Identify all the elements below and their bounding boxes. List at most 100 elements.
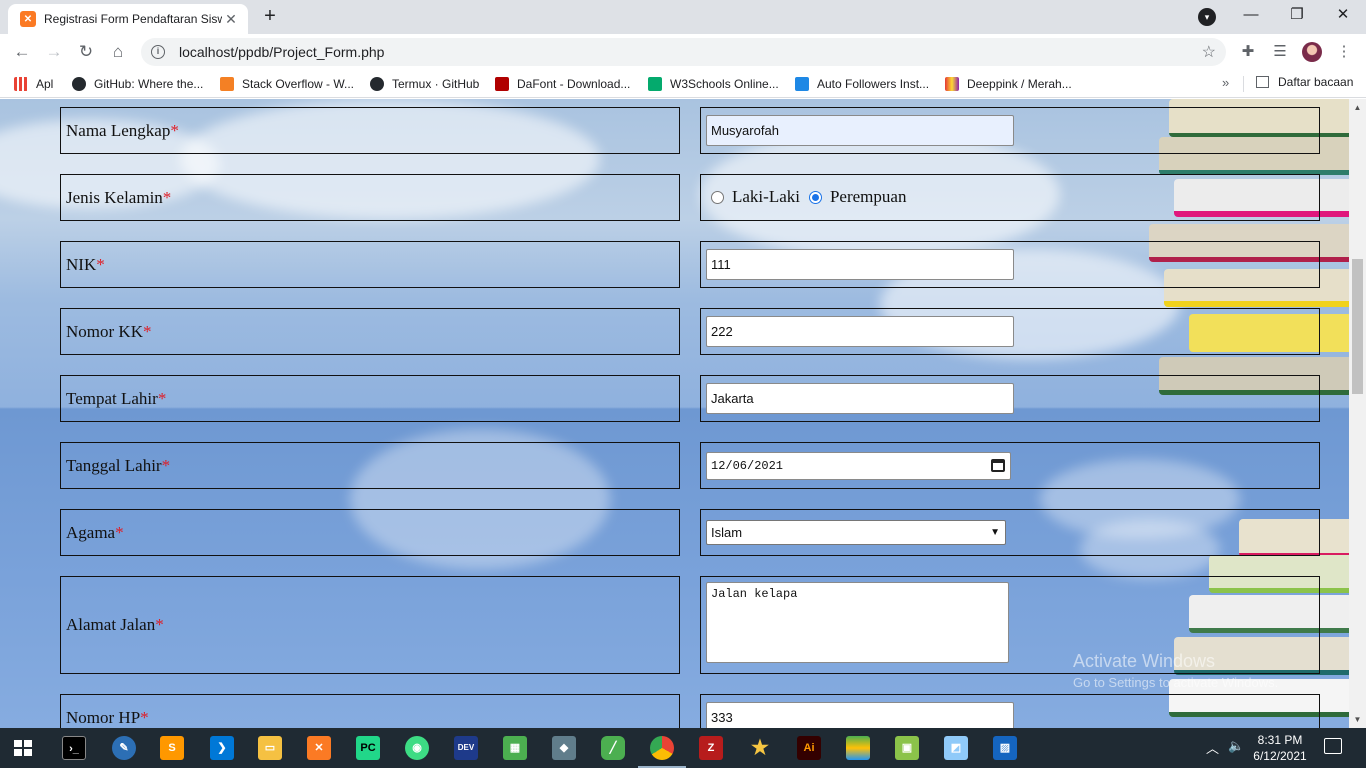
- devcpp-app-icon[interactable]: DEV: [454, 736, 478, 760]
- select-value: Islam: [711, 525, 743, 540]
- file-explorer-icon[interactable]: ▭: [258, 736, 282, 760]
- radio-label[interactable]: Perempuan: [830, 187, 906, 207]
- bluestacks-app-icon[interactable]: [846, 736, 870, 760]
- browser-toolbar: ← → ↻ ⌂ i localhost/ppdb/Project_Form.ph…: [0, 34, 1366, 70]
- paint-app-icon[interactable]: ✎: [112, 736, 136, 760]
- notes-app-icon[interactable]: ◩: [944, 736, 968, 760]
- chrome-app-icon[interactable]: [650, 736, 674, 760]
- nomor-hp-input[interactable]: 333: [706, 702, 1014, 728]
- show-hidden-icons-icon[interactable]: ︿: [1206, 738, 1219, 757]
- reload-icon[interactable]: ↻: [74, 40, 98, 64]
- watermark-title: Activate Windows: [1073, 651, 1216, 671]
- alamat-textarea[interactable]: Jalan kelapa: [706, 582, 1009, 663]
- notification-icon[interactable]: [1324, 738, 1342, 754]
- image-viewer-app-icon[interactable]: ▨: [993, 736, 1017, 760]
- bookmark-deeppink[interactable]: Deeppink / Merah...: [945, 75, 1072, 93]
- profile-avatar[interactable]: [1302, 42, 1322, 62]
- label-tempat-lahir: Tempat Lahir *: [60, 375, 680, 422]
- dafont-icon: [495, 77, 509, 91]
- label-nik: NIK *: [60, 241, 680, 288]
- android-studio-icon[interactable]: ◉: [405, 736, 429, 760]
- menu-kebab-icon[interactable]: ⋮: [1334, 42, 1354, 62]
- restore-button[interactable]: ❐: [1274, 4, 1320, 28]
- volume-icon[interactable]: 🔈: [1228, 738, 1244, 754]
- required-asterisk: *: [170, 120, 179, 140]
- calendar-icon[interactable]: [991, 459, 1005, 472]
- radio-perempuan[interactable]: [808, 190, 822, 204]
- close-window-button[interactable]: ✕: [1320, 4, 1366, 28]
- xampp-app-icon[interactable]: ✕: [307, 736, 331, 760]
- cube-icon: [795, 77, 809, 91]
- bookmark-label: W3Schools Online...: [670, 77, 779, 91]
- sublime-app-icon[interactable]: S: [160, 736, 184, 760]
- pycharm-app-icon[interactable]: PC: [356, 736, 380, 760]
- agama-select[interactable]: Islam ▼: [706, 520, 1006, 545]
- gender-radio-group: Laki-Laki Perempuan: [711, 187, 906, 207]
- bookmark-stackoverflow[interactable]: Stack Overflow - W...: [220, 75, 354, 93]
- color-bars-icon: [945, 77, 959, 91]
- nama-input[interactable]: Musyarofah: [706, 115, 1014, 146]
- page-scrollbar[interactable]: ▲ ▼: [1349, 99, 1366, 728]
- tab-strip: ✕ Registrasi Form Pendaftaran Siswa ✕ + …: [0, 0, 1366, 34]
- field-cell: Musyarofah: [700, 107, 1320, 154]
- scroll-up-icon[interactable]: ▲: [1349, 99, 1366, 116]
- form-row-tanggal-lahir: Tanggal Lahir * 12/06/2021: [60, 442, 1320, 489]
- label-text: Tanggal Lahir: [66, 455, 162, 475]
- new-tab-button[interactable]: +: [256, 5, 284, 29]
- radio-label[interactable]: Laki-Laki: [732, 187, 800, 207]
- address-bar[interactable]: i localhost/ppdb/Project_Form.php ☆: [141, 38, 1226, 66]
- back-icon[interactable]: ←: [10, 40, 34, 64]
- system-clock[interactable]: 8:31 PM 6/12/2021: [1248, 732, 1312, 764]
- home-icon[interactable]: ⌂: [106, 40, 130, 64]
- tab-active[interactable]: ✕ Registrasi Form Pendaftaran Siswa ✕: [8, 4, 248, 34]
- virtualbox-app-icon[interactable]: ◆: [552, 736, 576, 760]
- github-icon: [370, 77, 384, 91]
- vscode-app-icon[interactable]: ❯: [210, 736, 234, 760]
- sheet-app-icon[interactable]: ▦: [503, 736, 527, 760]
- bookmark-github[interactable]: GitHub: Where the...: [72, 75, 203, 93]
- label-jenis-kelamin: Jenis Kelamin *: [60, 174, 680, 221]
- star-app-icon[interactable]: ★: [748, 736, 772, 760]
- close-tab-icon[interactable]: ✕: [222, 11, 240, 28]
- required-asterisk: *: [161, 455, 171, 475]
- bookmark-star-icon[interactable]: ☆: [1202, 42, 1216, 62]
- minimize-button[interactable]: —: [1228, 4, 1274, 28]
- required-asterisk: *: [142, 321, 152, 341]
- extensions-icon[interactable]: ✚: [1238, 42, 1258, 62]
- bookmark-termux[interactable]: Termux · GitHub: [370, 75, 479, 93]
- bookmark-label: Auto Followers Inst...: [817, 77, 930, 91]
- bookmark-label: DaFont - Download...: [517, 77, 631, 91]
- bookmark-apps[interactable]: Apl: [14, 75, 53, 93]
- scrollbar-thumb[interactable]: [1352, 259, 1363, 394]
- tanggal-lahir-input[interactable]: 12/06/2021: [706, 452, 1011, 480]
- terminal-app-icon[interactable]: ›_: [62, 736, 86, 760]
- bookmark-dafont[interactable]: DaFont - Download...: [495, 75, 630, 93]
- illustrator-app-icon[interactable]: Ai: [797, 736, 821, 760]
- label-text: Nomor HP: [66, 707, 141, 727]
- tempat-lahir-input[interactable]: Jakarta: [706, 383, 1014, 414]
- divider: [1243, 76, 1244, 92]
- more-bookmarks-icon[interactable]: »: [1222, 75, 1229, 90]
- nik-input[interactable]: 111: [706, 249, 1014, 280]
- form-row-tempat-lahir: Tempat Lahir * Jakarta: [60, 375, 1320, 422]
- tab-search-icon[interactable]: ▾: [1198, 8, 1216, 26]
- field-cell: Laki-Laki Perempuan: [700, 174, 1320, 221]
- required-asterisk: *: [157, 388, 167, 408]
- url-text[interactable]: localhost/ppdb/Project_Form.php: [179, 44, 384, 60]
- scroll-down-icon[interactable]: ▼: [1349, 711, 1366, 728]
- site-info-icon[interactable]: i: [151, 45, 165, 59]
- nomor-kk-input[interactable]: 222: [706, 316, 1014, 347]
- bookmark-autofollowers[interactable]: Auto Followers Inst...: [795, 75, 929, 93]
- line-app-icon[interactable]: ╱: [601, 736, 625, 760]
- radio-laki-laki[interactable]: [711, 190, 724, 204]
- date-value: 12/06/2021: [711, 459, 784, 473]
- bookmark-w3schools[interactable]: W3Schools Online...: [648, 75, 779, 93]
- clock-date: 6/12/2021: [1253, 749, 1307, 763]
- filezilla-app-icon[interactable]: Z: [699, 736, 723, 760]
- android-emulator-icon[interactable]: ▣: [895, 736, 919, 760]
- reading-list-button[interactable]: Daftar bacaan: [1256, 75, 1353, 89]
- media-control-icon[interactable]: ☰: [1270, 42, 1290, 62]
- start-windows-icon[interactable]: [14, 740, 32, 756]
- label-text: NIK: [66, 254, 97, 274]
- forward-icon[interactable]: →: [42, 40, 66, 64]
